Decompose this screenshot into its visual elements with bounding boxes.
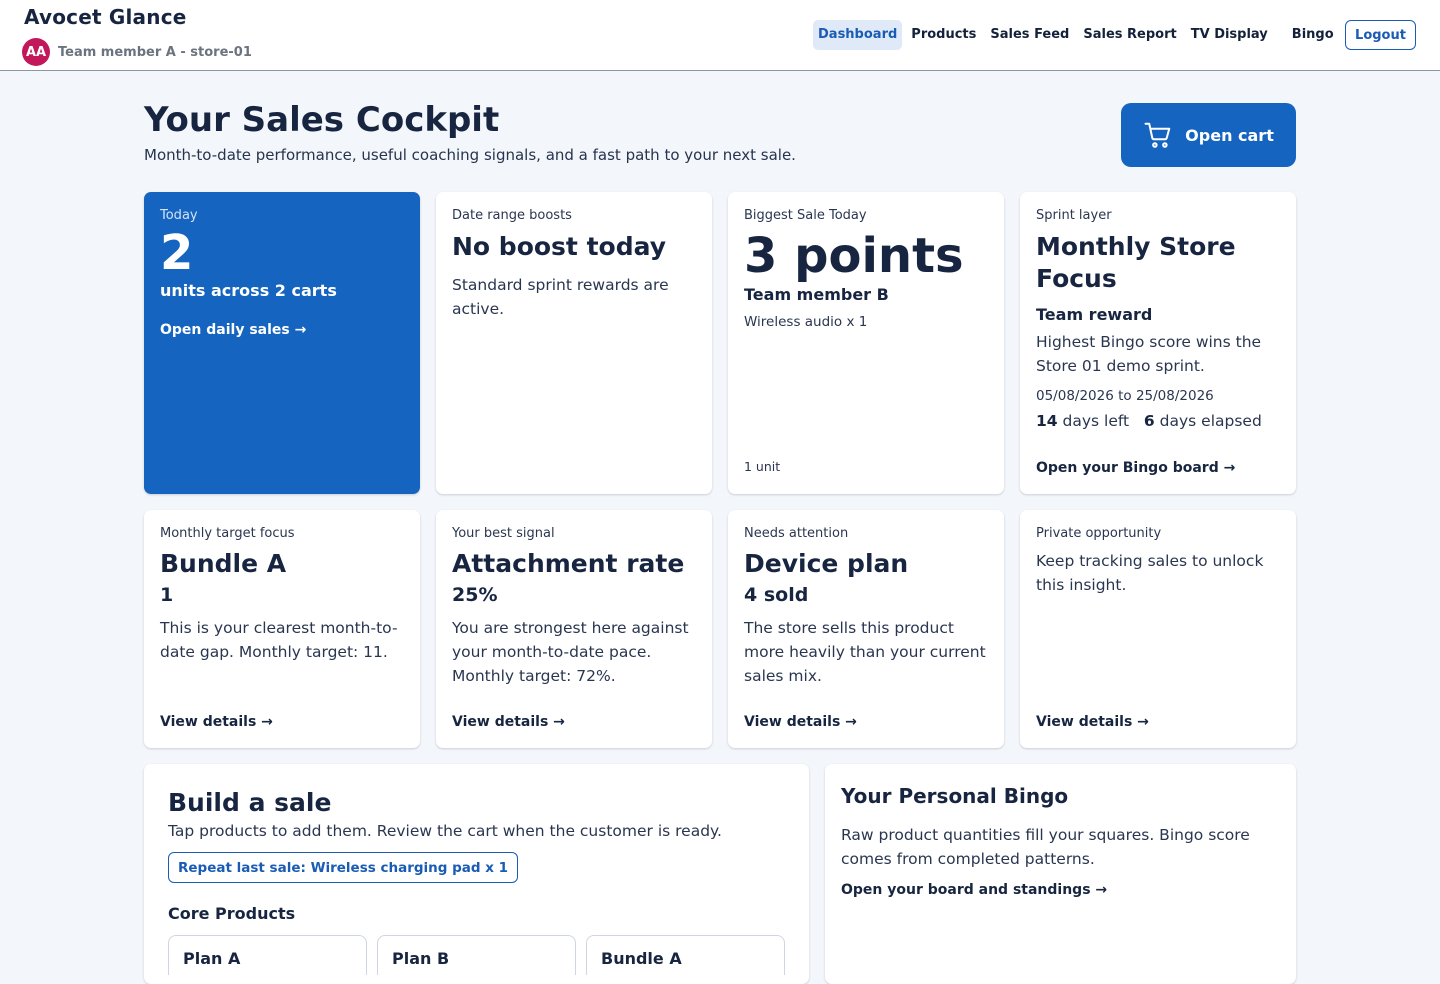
- private-opportunity-body: Keep tracking sales to unlock this insig…: [1036, 552, 1264, 594]
- nav-dashboard[interactable]: Dashboard: [813, 20, 903, 50]
- boosts-card: Date range boosts No boost today Standar…: [436, 192, 712, 494]
- private-opportunity-label: Private opportunity: [1036, 526, 1162, 541]
- nav-sales-report[interactable]: Sales Report: [1078, 20, 1181, 50]
- nav-products[interactable]: Products: [906, 20, 981, 50]
- best-signal-label: Your best signal: [452, 526, 555, 541]
- personal-bingo-title: Your Personal Bingo: [841, 784, 1069, 808]
- open-bingo-board-link[interactable]: Open your Bingo board →: [1036, 460, 1235, 476]
- target-view-details-link[interactable]: View details →: [160, 714, 273, 730]
- needs-attention-body: The store sells this product more heavil…: [744, 619, 986, 685]
- top-bar: Avocet Glance AA Team member A - store-0…: [0, 0, 1440, 71]
- main-nav: Dashboard Products Sales Feed Sales Repo…: [813, 20, 1343, 50]
- target-focus-heading: Bundle A: [160, 549, 287, 578]
- target-focus-card: Monthly target focus Bundle A 1 This is …: [144, 510, 420, 748]
- signal-view-details-link[interactable]: View details →: [452, 714, 565, 730]
- core-products-title: Core Products: [168, 904, 296, 923]
- product-tile-plan-a[interactable]: Plan A: [168, 935, 367, 975]
- needs-attention-label: Needs attention: [744, 526, 849, 541]
- nav-tv-display[interactable]: TV Display: [1186, 20, 1273, 50]
- needs-attention-metric: 4 sold: [744, 584, 809, 606]
- product-tile-plan-b[interactable]: Plan B: [377, 935, 576, 975]
- personal-bingo-panel: Your Personal Bingo Raw product quantiti…: [825, 764, 1296, 984]
- today-units-count: 2: [160, 225, 194, 281]
- biggest-sale-card: Biggest Sale Today 3 points Team member …: [728, 192, 1004, 494]
- nav-sales-feed[interactable]: Sales Feed: [985, 20, 1074, 50]
- user-label: Team member A - store-01: [58, 44, 252, 60]
- user-info: AA Team member A - store-01: [22, 38, 252, 66]
- sprint-description: Highest Bingo score wins the Store 01 de…: [1036, 333, 1262, 375]
- needs-attention-card: Needs attention Device plan 4 sold The s…: [728, 510, 1004, 748]
- private-opportunity-card: Private opportunity Keep tracking sales …: [1020, 510, 1296, 748]
- logout-button[interactable]: Logout: [1345, 20, 1416, 50]
- sprint-dates: 05/08/2026 to 25/08/2026: [1036, 388, 1214, 404]
- open-cart-label: Open cart: [1185, 125, 1274, 145]
- private-view-details-link[interactable]: View details →: [1036, 714, 1149, 730]
- days-elapsed-text: days elapsed: [1159, 412, 1262, 430]
- repeat-last-sale-button[interactable]: Repeat last sale: Wireless charging pad …: [168, 852, 519, 883]
- sprint-days: 14 days left 6 days elapsed: [1036, 412, 1280, 430]
- open-board-standings-link[interactable]: Open your board and standings →: [841, 882, 1107, 898]
- days-elapsed-count: 6: [1143, 412, 1155, 430]
- boosts-body: Standard sprint rewards are active.: [452, 276, 669, 318]
- best-signal-metric: 25%: [452, 584, 498, 606]
- best-signal-body: You are strongest here against your mont…: [452, 619, 689, 685]
- biggest-sale-member: Team member B: [744, 285, 889, 304]
- cart-icon: [1144, 122, 1171, 148]
- sprint-heading: Monthly Store Focus: [1036, 232, 1236, 293]
- today-label: Today: [160, 208, 198, 223]
- today-units-text: units across 2 carts: [160, 281, 337, 300]
- best-signal-heading: Attachment rate: [452, 549, 685, 578]
- biggest-sale-points: 3 points: [744, 228, 964, 284]
- boosts-label: Date range boosts: [452, 208, 572, 223]
- today-card: Today 2 units across 2 carts Open daily …: [144, 192, 420, 494]
- build-sale-panel: Build a sale Tap products to add them. R…: [144, 764, 809, 984]
- days-left-count: 14: [1036, 412, 1058, 430]
- brand-title[interactable]: Avocet Glance: [24, 5, 187, 29]
- boosts-heading: No boost today: [452, 232, 667, 261]
- target-focus-label: Monthly target focus: [160, 526, 295, 541]
- target-focus-body: This is your clearest month-to-date gap.…: [160, 619, 398, 661]
- product-tile-bundle-a[interactable]: Bundle A: [586, 935, 785, 975]
- sprint-label: Sprint layer: [1036, 208, 1112, 223]
- sprint-reward: Team reward: [1036, 305, 1153, 324]
- best-signal-card: Your best signal Attachment rate 25% You…: [436, 510, 712, 748]
- build-sale-subtitle: Tap products to add them. Review the car…: [168, 822, 722, 840]
- days-left-text: days left: [1062, 412, 1130, 430]
- attention-view-details-link[interactable]: View details →: [744, 714, 857, 730]
- page-subtitle: Month-to-date performance, useful coachi…: [144, 146, 796, 164]
- open-daily-sales-link[interactable]: Open daily sales →: [160, 322, 404, 338]
- biggest-sale-label: Biggest Sale Today: [744, 208, 867, 223]
- biggest-sale-units: 1 unit: [744, 459, 781, 474]
- needs-attention-heading: Device plan: [744, 549, 909, 578]
- target-focus-metric: 1: [160, 584, 174, 606]
- personal-bingo-description: Raw product quantities fill your squares…: [841, 826, 1250, 868]
- open-cart-button[interactable]: Open cart: [1121, 103, 1296, 167]
- biggest-sale-item: Wireless audio x 1: [744, 314, 868, 330]
- sprint-card: Sprint layer Monthly Store Focus Team re…: [1020, 192, 1296, 494]
- build-sale-title: Build a sale: [168, 788, 332, 817]
- page-title: Your Sales Cockpit: [144, 100, 500, 140]
- nav-bingo[interactable]: Bingo: [1287, 20, 1339, 50]
- avatar[interactable]: AA: [22, 38, 50, 66]
